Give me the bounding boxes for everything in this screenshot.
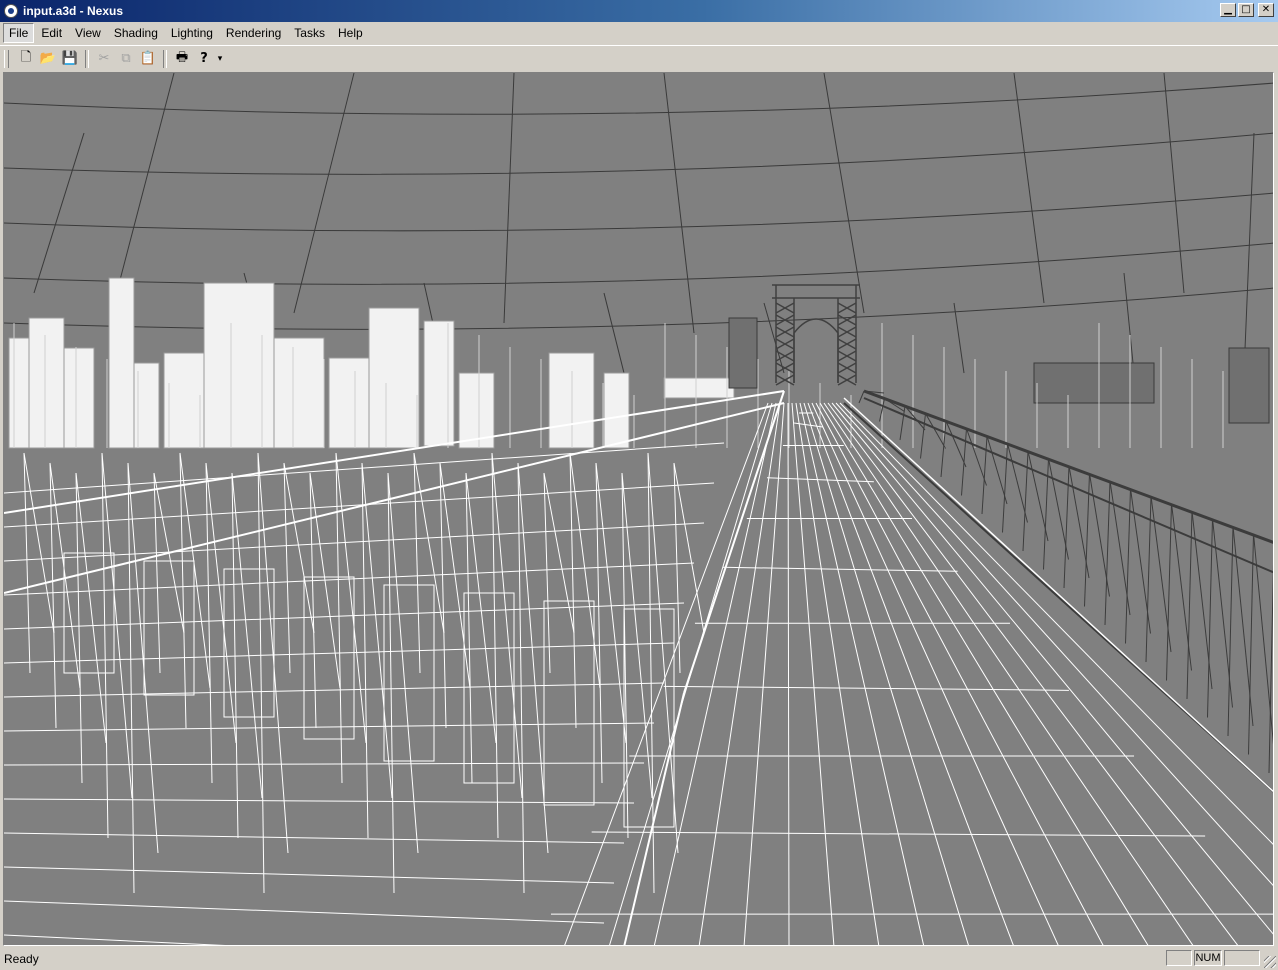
menu-bar: File Edit View Shading Lighting Renderin… — [0, 22, 1278, 44]
title-bar: input.a3d - Nexus ▁ □ ✕ — [0, 0, 1278, 22]
help-button[interactable]: ? — [193, 48, 215, 70]
print-button[interactable]: 🖶 — [171, 48, 193, 70]
sky-dome-wireframe — [4, 73, 1273, 384]
new-file-icon: 🗋 — [20, 49, 32, 65]
open-button[interactable]: 📂 — [37, 48, 59, 70]
app-icon[interactable] — [4, 4, 18, 18]
open-folder-icon: 📂 — [39, 51, 57, 66]
resize-grip[interactable] — [1264, 956, 1276, 968]
copy-button[interactable]: ⧉ — [115, 48, 137, 70]
menu-view[interactable]: View — [69, 23, 107, 43]
print-icon: 🖶 — [175, 49, 189, 65]
menu-file[interactable]: File — [3, 23, 35, 43]
cut-icon: ✂ — [98, 51, 110, 66]
status-text: Ready — [4, 951, 39, 966]
menu-shading[interactable]: Shading — [108, 23, 164, 43]
new-file-button[interactable]: 🗋 — [15, 48, 37, 70]
toolbar-grip[interactable] — [4, 49, 9, 68]
toolbar-separator — [85, 49, 89, 68]
menu-edit[interactable]: Edit — [35, 23, 68, 43]
status-panel-scroll — [1224, 950, 1260, 966]
paste-icon: 📋 — [139, 51, 157, 66]
toolbar-overflow-icon[interactable]: ▾ — [215, 48, 225, 70]
3d-viewport[interactable] — [3, 72, 1274, 946]
copy-icon: ⧉ — [121, 51, 131, 66]
minimize-button[interactable]: ▁ — [1220, 3, 1236, 17]
save-button[interactable]: 💾 — [59, 48, 81, 70]
window-controls: ▁ □ ✕ — [1220, 3, 1274, 17]
menu-help[interactable]: Help — [332, 23, 369, 43]
toolbar-separator — [163, 49, 167, 68]
status-panel-caps — [1166, 950, 1192, 966]
status-panel-num: NUM — [1194, 950, 1222, 966]
menu-rendering[interactable]: Rendering — [220, 23, 287, 43]
toolbar: 🗋 📂 💾 ✂ ⧉ 📋 🖶 ? ▾ — [0, 45, 1278, 71]
bridge-tower — [772, 284, 860, 386]
cut-button[interactable]: ✂ — [93, 48, 115, 70]
menu-tasks[interactable]: Tasks — [288, 23, 331, 43]
wireframe-scene — [4, 73, 1273, 945]
maximize-button[interactable]: □ — [1238, 3, 1254, 17]
close-button[interactable]: ✕ — [1258, 3, 1274, 17]
paste-button[interactable]: 📋 — [137, 48, 159, 70]
menu-lighting[interactable]: Lighting — [165, 23, 219, 43]
window-title: input.a3d - Nexus — [23, 4, 124, 18]
save-icon: 💾 — [61, 51, 79, 66]
left-truss-wireframe — [4, 390, 785, 945]
status-bar: Ready NUM — [0, 947, 1278, 970]
help-icon: ? — [200, 51, 208, 66]
